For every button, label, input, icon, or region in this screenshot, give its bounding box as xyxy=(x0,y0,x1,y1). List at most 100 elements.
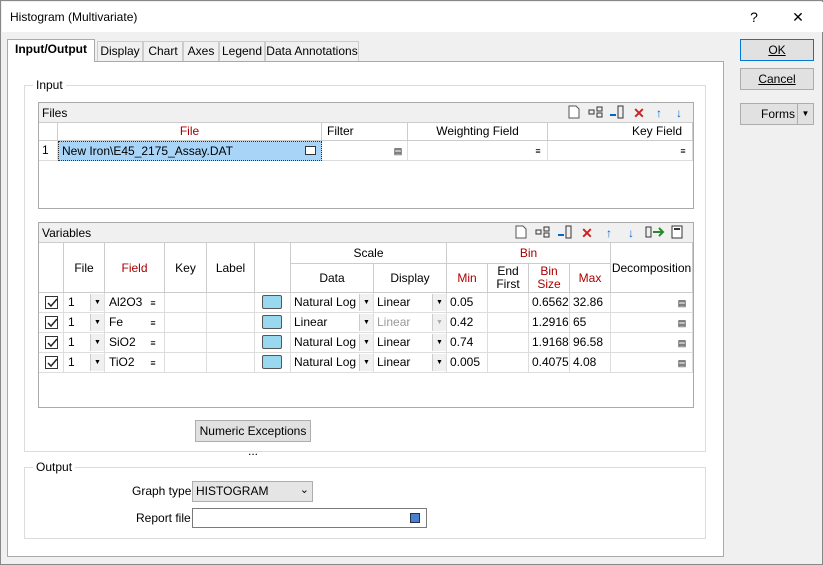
field-list-icon[interactable]: ≡ xyxy=(146,357,160,369)
row-decomposition-cell[interactable]: ▤ xyxy=(611,353,693,373)
weighting-list-icon[interactable]: ≡ xyxy=(531,145,545,157)
row-min-cell[interactable]: 0.05 xyxy=(447,293,488,313)
row-field-cell[interactable]: TiO2 ≡ xyxy=(105,353,165,373)
numeric-exceptions-button[interactable]: Numeric Exceptions ... xyxy=(195,420,311,458)
append-row-icon[interactable] xyxy=(609,105,625,121)
row-checkbox[interactable] xyxy=(45,296,58,309)
add-fields-icon[interactable] xyxy=(645,225,667,241)
row-key-cell[interactable] xyxy=(165,313,207,333)
row-label-cell[interactable] xyxy=(207,313,255,333)
file-dropdown-icon[interactable]: ▼ xyxy=(90,334,104,351)
move-up-icon[interactable]: ↑ xyxy=(651,105,667,121)
var-insert-row-icon[interactable] xyxy=(535,225,551,241)
decomposition-icon[interactable]: ▤ xyxy=(675,357,689,369)
tab-display[interactable]: Display xyxy=(97,41,143,61)
row-field-cell[interactable]: SiO2 ≡ xyxy=(105,333,165,353)
decomposition-icon[interactable]: ▤ xyxy=(675,337,689,349)
key-field-cell[interactable]: ≡ xyxy=(548,141,693,161)
row-field-cell[interactable]: Al2O3 ≡ xyxy=(105,293,165,313)
var-new-icon[interactable] xyxy=(513,225,529,241)
row-min-cell[interactable]: 0.42 xyxy=(447,313,488,333)
row-bin-size-cell[interactable]: 1.2916 xyxy=(529,313,570,333)
row-file-select[interactable]: 1 ▼ xyxy=(64,333,105,353)
var-delete-icon[interactable]: ✕ xyxy=(579,225,595,241)
tab-data-annotations[interactable]: Data Annotations xyxy=(265,41,359,61)
row-color-cell[interactable] xyxy=(255,293,291,313)
field-list-icon[interactable]: ≡ xyxy=(146,317,160,329)
row-display-select[interactable]: Linear ▼ xyxy=(374,353,447,373)
var-move-up-icon[interactable]: ↑ xyxy=(601,225,617,241)
row-end-first-cell[interactable] xyxy=(488,353,529,373)
row-min-cell[interactable]: 0.74 xyxy=(447,333,488,353)
row-color-cell[interactable] xyxy=(255,313,291,333)
close-button[interactable]: ✕ xyxy=(786,7,810,27)
row-display-select[interactable]: Linear ▼ xyxy=(374,333,447,353)
row-decomposition-cell[interactable]: ▤ xyxy=(611,293,693,313)
row-file-select[interactable]: 1 ▼ xyxy=(64,353,105,373)
move-down-icon[interactable]: ↓ xyxy=(671,105,687,121)
filter-cell[interactable]: ▤ xyxy=(322,141,408,161)
row-checkbox[interactable] xyxy=(45,316,58,329)
forms-button[interactable]: Forms ▼ xyxy=(740,103,814,125)
calculator-icon[interactable] xyxy=(669,225,685,241)
row-display-select[interactable]: Linear ▼ xyxy=(374,313,447,333)
row-key-cell[interactable] xyxy=(165,353,207,373)
delete-icon[interactable]: ✕ xyxy=(631,105,647,121)
display-dropdown-icon[interactable]: ▼ xyxy=(432,334,446,351)
row-data-select[interactable]: Natural Log ▼ xyxy=(291,293,374,313)
display-dropdown-icon[interactable]: ▼ xyxy=(432,314,446,331)
row-max-cell[interactable]: 96.58 xyxy=(570,333,611,353)
file-dropdown-icon[interactable]: ▼ xyxy=(90,314,104,331)
tab-axes[interactable]: Axes xyxy=(183,41,219,61)
row-end-first-cell[interactable] xyxy=(488,333,529,353)
row-label-cell[interactable] xyxy=(207,353,255,373)
data-dropdown-icon[interactable]: ▼ xyxy=(359,334,373,351)
ok-button[interactable]: OK xyxy=(740,39,814,61)
row-bin-size-cell[interactable]: 1.9168 xyxy=(529,333,570,353)
file-cell[interactable]: New Iron\E45_2175_Assay.DAT xyxy=(58,141,322,161)
row-data-select[interactable]: Natural Log ▼ xyxy=(291,353,374,373)
row-max-cell[interactable]: 65 xyxy=(570,313,611,333)
file-dropdown-icon[interactable]: ▼ xyxy=(90,354,104,371)
row-max-cell[interactable]: 32.86 xyxy=(570,293,611,313)
var-append-row-icon[interactable] xyxy=(557,225,573,241)
row-end-first-cell[interactable] xyxy=(488,313,529,333)
forms-dropdown-icon[interactable]: ▼ xyxy=(797,104,813,124)
display-dropdown-icon[interactable]: ▼ xyxy=(432,354,446,371)
field-list-icon[interactable]: ≡ xyxy=(146,337,160,349)
var-move-down-icon[interactable]: ↓ xyxy=(623,225,639,241)
tab-chart[interactable]: Chart xyxy=(143,41,183,61)
color-swatch[interactable] xyxy=(262,315,282,329)
decomposition-icon[interactable]: ▤ xyxy=(675,297,689,309)
row-file-select[interactable]: 1 ▼ xyxy=(64,313,105,333)
tab-legend[interactable]: Legend xyxy=(219,41,265,61)
help-button[interactable]: ? xyxy=(742,7,766,27)
filter-expression-icon[interactable]: ▤ xyxy=(391,145,405,157)
row-key-cell[interactable] xyxy=(165,293,207,313)
key-list-icon[interactable]: ≡ xyxy=(676,145,690,157)
row-label-cell[interactable] xyxy=(207,293,255,313)
row-color-cell[interactable] xyxy=(255,333,291,353)
row-data-select[interactable]: Linear ▼ xyxy=(291,313,374,333)
data-dropdown-icon[interactable]: ▼ xyxy=(359,294,373,311)
display-dropdown-icon[interactable]: ▼ xyxy=(432,294,446,311)
row-decomposition-cell[interactable]: ▤ xyxy=(611,313,693,333)
row-checkbox[interactable] xyxy=(45,336,58,349)
tab-input-output[interactable]: Input/Output xyxy=(7,39,95,62)
report-file-input[interactable] xyxy=(192,508,427,528)
row-min-cell[interactable]: 0.005 xyxy=(447,353,488,373)
cancel-button[interactable]: Cancel xyxy=(740,68,814,90)
row-end-first-cell[interactable] xyxy=(488,293,529,313)
data-dropdown-icon[interactable]: ▼ xyxy=(359,354,373,371)
row-key-cell[interactable] xyxy=(165,333,207,353)
row-data-select[interactable]: Natural Log ▼ xyxy=(291,333,374,353)
graph-type-select[interactable]: HISTOGRAM ⌄ xyxy=(192,481,313,502)
data-dropdown-icon[interactable]: ▼ xyxy=(359,314,373,331)
row-bin-size-cell[interactable]: 0.4075 xyxy=(529,353,570,373)
row-max-cell[interactable]: 4.08 xyxy=(570,353,611,373)
row-color-cell[interactable] xyxy=(255,353,291,373)
new-file-icon[interactable] xyxy=(566,105,582,121)
insert-row-icon[interactable] xyxy=(588,105,604,121)
row-display-select[interactable]: Linear ▼ xyxy=(374,293,447,313)
row-file-select[interactable]: 1 ▼ xyxy=(64,293,105,313)
